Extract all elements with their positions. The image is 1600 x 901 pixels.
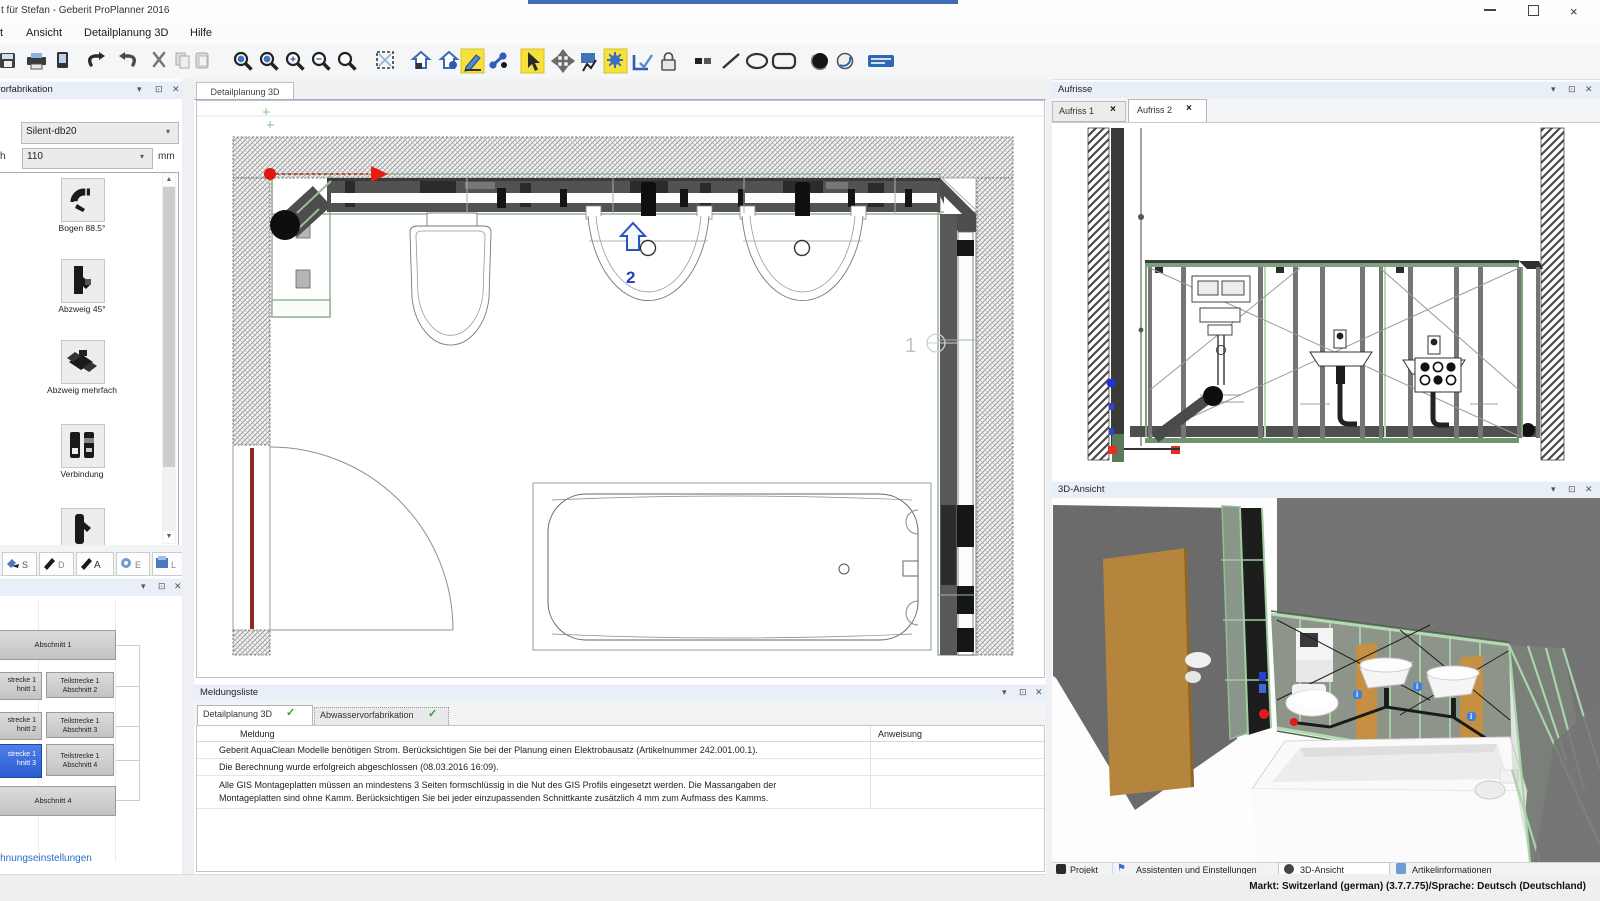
svg-text:E: E [135,560,141,570]
svg-text:S: S [22,560,28,570]
svg-text:A: A [94,560,101,571]
svg-text:i: i [1416,682,1418,691]
svg-text:D: D [58,560,65,570]
svg-text:1: 1 [905,335,916,357]
svg-text:i: i [1356,690,1358,699]
svg-text:L: L [171,560,176,570]
svg-text:i: i [1470,712,1472,721]
svg-text:2: 2 [626,268,635,287]
